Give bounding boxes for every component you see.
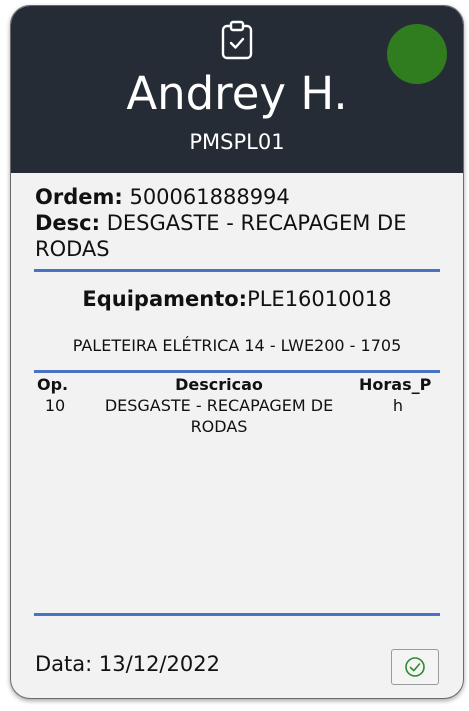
equipment-label: Equipamento: [82,287,248,311]
table-row: 10 DESGASTE - RECAPAGEM DE RODAS h [35,395,441,437]
table-header: Op. Descricao Horas_P [35,374,441,395]
divider-table [34,370,440,373]
column-header-horas: Horas_P [359,375,432,394]
divider-bottom [34,613,440,616]
date-label: Data: [35,652,93,676]
check-circle-icon [405,657,425,677]
order-number: 500061888994 [129,185,290,209]
confirm-button[interactable] [391,649,439,685]
divider-top [34,269,440,272]
date-line: Data: 13/12/2022 [35,651,220,677]
row-description-line1: DESGASTE - RECAPAGEM DE [104,396,334,415]
row-description-line2: RODAS [190,417,248,436]
date-value: 13/12/2022 [98,652,220,676]
column-header-op: Op. [37,375,69,394]
order-number-line: Ordem: 500061888994 [35,184,445,210]
equipment-description: PALETEIRA ELÉTRICA 14 - LWE200 - 1705 [72,336,402,355]
card-header: Andrey H. PMSPL01 [11,6,463,173]
clipboard-check-icon [221,20,253,60]
row-description: DESGASTE - RECAPAGEM DE RODAS [83,395,355,437]
order-label: Ordem: [35,185,123,209]
order-info: Ordem: 500061888994 Desc: DESGASTE - REC… [35,184,445,262]
column-header-descricao: Descricao [175,375,263,394]
operations-table: Op. Descricao Horas_P 10 DESGASTE - RECA… [35,374,441,437]
row-hours: h [392,396,404,415]
order-desc-line: Desc: DESGASTE - RECAPAGEM DE RODAS [35,210,445,262]
row-op: 10 [44,396,66,415]
equipment-line: Equipamento:PLE16010018 [11,286,463,312]
user-name: Andrey H. [126,67,348,120]
equipment-code: PLE16010018 [247,287,392,311]
user-code: PMSPL01 [189,130,285,154]
desc-label: Desc: [35,211,101,235]
order-card: Andrey H. PMSPL01 Ordem: 500061888994 De… [10,5,464,699]
